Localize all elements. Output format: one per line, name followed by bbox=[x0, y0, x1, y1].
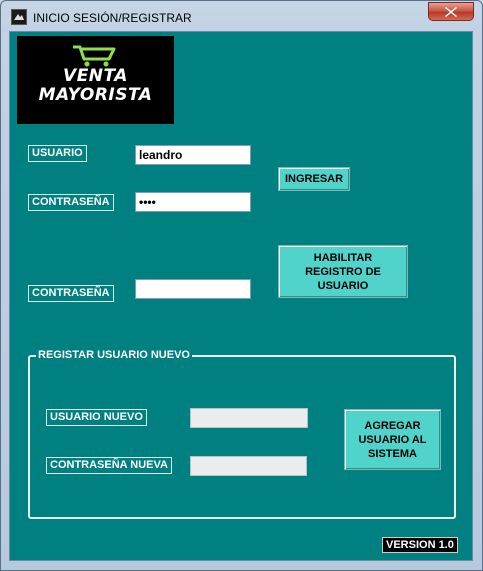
enable-register-line-3: USUARIO bbox=[317, 279, 369, 292]
enable-password-label: CONTRASEÑA bbox=[28, 285, 114, 302]
new-password-label: CONTRASEÑA NUEVA bbox=[46, 457, 172, 474]
logo-line-2: MAYORISTA bbox=[38, 85, 153, 105]
app-icon bbox=[11, 9, 27, 25]
version-label: VERSION 1.0 bbox=[382, 537, 458, 553]
new-user-input[interactable] bbox=[190, 408, 308, 428]
add-user-line-2: USUARIO AL bbox=[358, 433, 427, 446]
user-label: USUARIO bbox=[28, 145, 87, 162]
enable-register-line-2: REGISTRO DE bbox=[305, 265, 381, 278]
enable-register-button[interactable]: HABILITAR REGISTRO DE USUARIO bbox=[278, 245, 408, 298]
main-panel: VENTA MAYORISTA USUARIO CONTRASEÑA INGRE… bbox=[9, 31, 473, 561]
add-user-line-1: AGREGAR bbox=[364, 419, 421, 432]
window-title: INICIO SESIÓN/REGISTRAR bbox=[33, 11, 192, 25]
logo-line-1: VENTA bbox=[63, 66, 128, 86]
register-group-title: REGISTAR USUARIO NUEVO bbox=[36, 349, 192, 361]
enable-register-line-1: HABILITAR bbox=[313, 251, 373, 264]
new-password-input[interactable] bbox=[190, 456, 307, 476]
login-button[interactable]: INGRESAR bbox=[278, 167, 350, 191]
close-icon bbox=[445, 7, 457, 17]
add-user-button[interactable]: AGREGAR USUARIO AL SISTEMA bbox=[344, 409, 441, 470]
register-group: REGISTAR USUARIO NUEVO USUARIO NUEVO CON… bbox=[28, 349, 456, 519]
close-button[interactable] bbox=[428, 2, 474, 21]
title-bar[interactable]: INICIO SESIÓN/REGISTRAR bbox=[1, 1, 482, 31]
login-window: INICIO SESIÓN/REGISTRAR VENTA MAYORISTA … bbox=[0, 0, 483, 571]
enable-password-input[interactable] bbox=[135, 279, 251, 299]
password-label: CONTRASEÑA bbox=[28, 194, 114, 211]
shopping-cart-icon bbox=[73, 45, 116, 67]
password-input[interactable] bbox=[135, 192, 251, 212]
user-input[interactable] bbox=[135, 145, 251, 165]
login-button-label: INGRESAR bbox=[285, 173, 344, 185]
logo-text: VENTA MAYORISTA bbox=[17, 67, 174, 105]
logo: VENTA MAYORISTA bbox=[17, 36, 174, 124]
new-user-label: USUARIO NUEVO bbox=[46, 409, 147, 426]
add-user-line-3: SISTEMA bbox=[368, 447, 417, 460]
